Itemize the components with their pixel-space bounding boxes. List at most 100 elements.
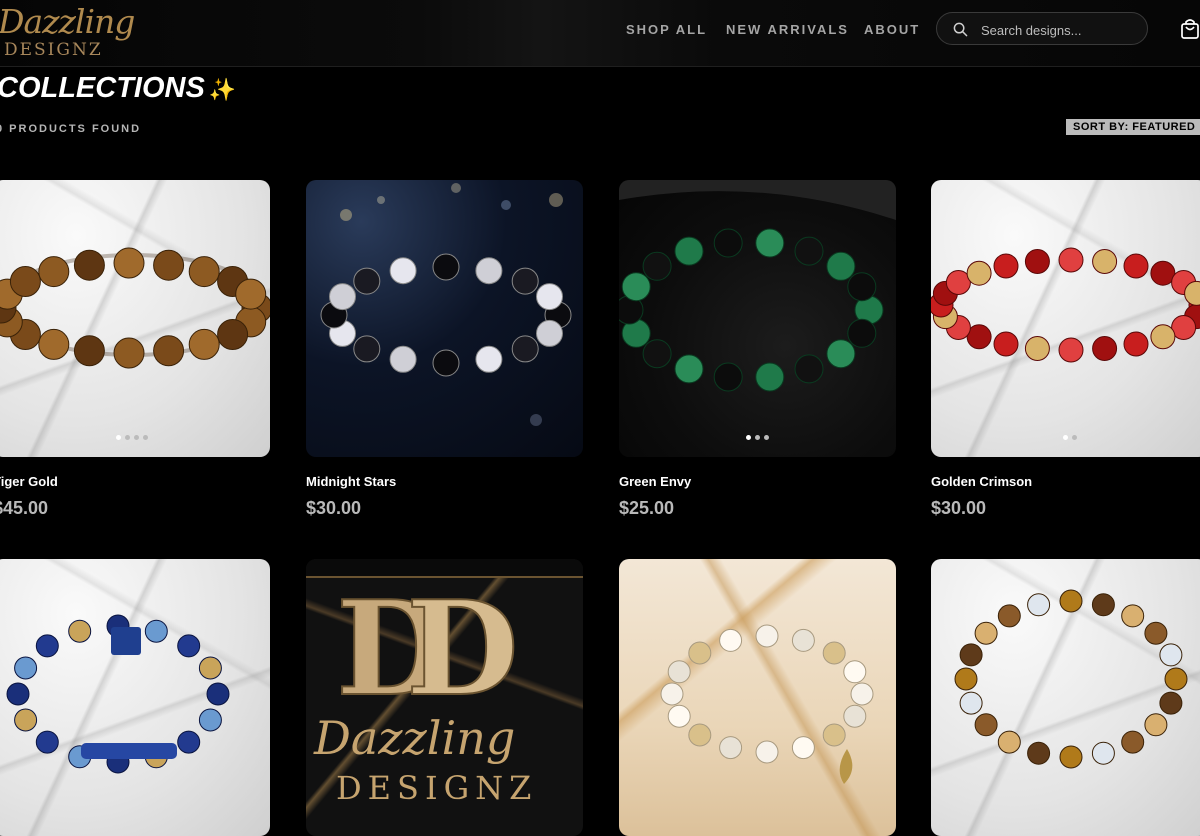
carousel-dots[interactable] bbox=[931, 427, 1200, 445]
sparkles-icon: ✨ bbox=[208, 77, 237, 102]
bead bbox=[974, 621, 998, 645]
logo-subtext: DESIGNZ bbox=[4, 40, 103, 60]
bead bbox=[959, 643, 983, 667]
bead bbox=[642, 339, 672, 369]
product-name[interactable]: Tiger Gold bbox=[0, 474, 58, 489]
nav-about[interactable]: ABOUT bbox=[864, 22, 920, 37]
search-input[interactable] bbox=[979, 19, 1143, 41]
bead bbox=[1123, 331, 1149, 357]
bead bbox=[9, 266, 41, 297]
bead bbox=[353, 267, 381, 295]
carousel-dots[interactable] bbox=[0, 427, 270, 445]
carousel-dot[interactable] bbox=[1062, 435, 1068, 440]
bead bbox=[755, 362, 785, 392]
bead bbox=[475, 345, 503, 373]
bead bbox=[511, 335, 539, 363]
bead bbox=[188, 256, 220, 288]
bead bbox=[389, 345, 417, 373]
bead bbox=[719, 628, 743, 652]
search-icon bbox=[953, 22, 968, 37]
product-image[interactable] bbox=[0, 180, 270, 457]
bead bbox=[1059, 745, 1083, 769]
bead bbox=[642, 251, 672, 281]
bead bbox=[993, 331, 1019, 357]
carousel-dot[interactable] bbox=[124, 435, 130, 440]
bead bbox=[432, 349, 460, 377]
bead bbox=[791, 736, 815, 760]
bead bbox=[755, 740, 779, 764]
logo-script-text: Dazzling bbox=[0, 2, 135, 41]
product-name[interactable]: Golden Crimson bbox=[931, 474, 1032, 489]
bead bbox=[688, 641, 712, 665]
bead bbox=[35, 730, 59, 754]
bead bbox=[6, 682, 30, 706]
bead bbox=[974, 713, 998, 737]
bead bbox=[198, 708, 222, 732]
product-name[interactable]: Green Envy bbox=[619, 474, 691, 489]
carousel-dot[interactable] bbox=[133, 435, 139, 440]
bead bbox=[1027, 593, 1051, 617]
carousel-dot[interactable] bbox=[115, 435, 121, 440]
shopping-bag-icon[interactable] bbox=[1180, 18, 1200, 40]
carousel-dot[interactable] bbox=[746, 435, 751, 440]
carousel-dot[interactable] bbox=[755, 435, 760, 440]
carousel-dot[interactable] bbox=[142, 435, 148, 440]
green-envy-bracelet-image bbox=[619, 180, 896, 392]
bead bbox=[674, 354, 704, 384]
bead bbox=[113, 247, 145, 279]
product-image[interactable] bbox=[306, 180, 583, 457]
svg-text:Dazzling: Dazzling bbox=[313, 711, 515, 765]
bead bbox=[198, 656, 222, 680]
bead bbox=[188, 328, 220, 360]
search-bar[interactable] bbox=[936, 12, 1148, 45]
bead bbox=[177, 634, 201, 658]
bead bbox=[794, 236, 824, 266]
carousel-dot[interactable] bbox=[764, 435, 769, 440]
product-image[interactable] bbox=[619, 559, 896, 836]
product-image[interactable] bbox=[931, 559, 1200, 836]
bead bbox=[755, 624, 779, 648]
bead bbox=[822, 641, 846, 665]
product-name[interactable]: Midnight Stars bbox=[306, 474, 396, 489]
bead bbox=[1024, 336, 1050, 361]
bead bbox=[1150, 324, 1176, 350]
bead bbox=[826, 251, 856, 281]
sort-dropdown[interactable]: SORT BY: FEATURED bbox=[1066, 119, 1200, 135]
bead bbox=[1027, 741, 1051, 765]
bead bbox=[68, 619, 92, 643]
bead bbox=[235, 278, 267, 310]
bead bbox=[1058, 247, 1084, 273]
bead bbox=[674, 236, 704, 266]
amber-bracelet-image bbox=[954, 589, 1188, 769]
bead bbox=[536, 283, 563, 311]
bead bbox=[954, 667, 978, 691]
bead bbox=[755, 228, 785, 258]
bead bbox=[73, 335, 105, 367]
golden-crimson-bracelet-image bbox=[931, 247, 1200, 363]
product-image[interactable] bbox=[619, 180, 896, 457]
site-header: Dazzling DESIGNZ SHOP ALL NEW ARRIVALS A… bbox=[0, 0, 1200, 67]
bead bbox=[1144, 713, 1168, 737]
brand-logo[interactable]: Dazzling DESIGNZ bbox=[0, 2, 135, 62]
bead bbox=[177, 730, 201, 754]
bead bbox=[1123, 253, 1149, 279]
carousel-dots[interactable] bbox=[619, 427, 896, 445]
nav-new-arrivals[interactable]: NEW ARRIVALS bbox=[726, 22, 849, 37]
bead bbox=[621, 272, 651, 302]
bead bbox=[432, 253, 460, 281]
bead bbox=[38, 256, 70, 288]
bead bbox=[389, 257, 417, 285]
bead bbox=[536, 319, 563, 347]
product-image[interactable] bbox=[931, 180, 1200, 457]
bead bbox=[38, 328, 70, 360]
sort-label: SORT BY: FEATURED bbox=[1073, 121, 1196, 133]
nav-shop-all[interactable]: SHOP ALL bbox=[626, 22, 707, 37]
product-price: $25.00 bbox=[619, 498, 675, 518]
product-image[interactable] bbox=[0, 559, 270, 836]
bead bbox=[1059, 589, 1083, 613]
bead bbox=[113, 337, 145, 369]
bead bbox=[153, 335, 185, 367]
bead bbox=[1159, 643, 1183, 667]
carousel-dot[interactable] bbox=[1071, 435, 1077, 440]
product-image[interactable]: D D Dazzling DESIGNZ bbox=[306, 559, 583, 836]
